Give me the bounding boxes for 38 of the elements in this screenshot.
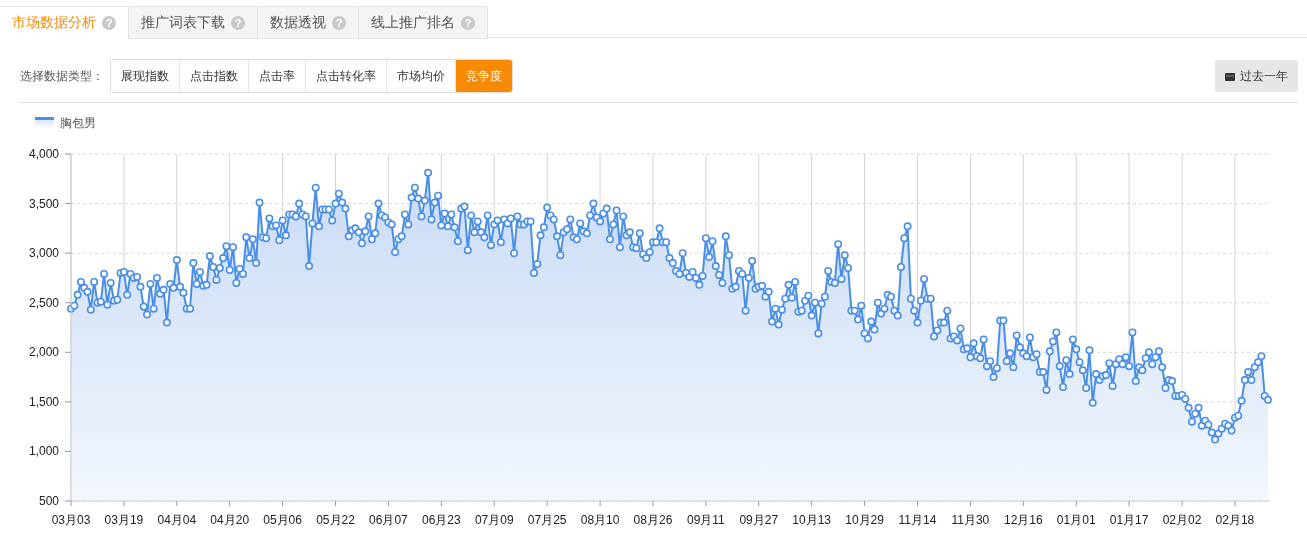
x-tick-label: 03月19 [104,513,144,527]
tab[interactable]: 线上推广排名 ? [359,6,488,39]
x-tick-label: 08月10 [580,513,620,527]
x-tick-label: 07月25 [527,513,567,527]
x-tick-label: 07月09 [474,513,514,527]
x-tick-label: 01月17 [1109,513,1149,527]
x-tick-label: 05月06 [263,513,302,527]
x-tick-label: 04月20 [210,513,250,527]
data-type-option[interactable]: 展现指数 [111,60,180,92]
x-tick-label: 09月27 [739,513,779,527]
x-tick-label: 04月04 [157,513,197,527]
x-tick-label: 10月13 [792,513,832,527]
legend-label: 胸包男 [60,114,96,132]
y-tick-label: 1,000 [28,444,59,459]
x-tick-label: 06月23 [422,513,461,527]
tab[interactable]: 推广词表下载 ? [129,6,258,39]
y-tick-label: 4,000 [28,147,59,161]
x-tick-label: 02月02 [1162,513,1202,527]
period-button[interactable]: 过去一年 [1215,60,1298,92]
x-tick-label: 06月07 [369,513,408,527]
y-tick-label: 500 [38,494,59,508]
x-tick-label: 10月29 [845,513,884,527]
x-tick-label: 01月01 [1056,513,1096,527]
x-tick-label: 08月26 [633,513,673,527]
x-tick-label: 12月16 [1003,513,1043,527]
y-tick-label: 1,500 [28,394,59,409]
y-tick-label: 2,000 [28,345,59,360]
y-tick-label: 2,500 [28,295,59,310]
y-tick-label: 3,500 [28,196,59,211]
x-tick-label: 11月14 [898,513,937,527]
x-tick-label: 09月11 [686,513,725,527]
tab[interactable]: 数据透视 ? [258,6,359,39]
x-tick-label: 02月18 [1215,513,1255,527]
x-tick-label: 05月22 [316,513,355,527]
y-tick-label: 3,000 [28,246,59,261]
filter-label: 选择数据类型： [20,67,104,85]
x-tick-label: 03月03 [51,513,91,527]
x-tick-label: 11月30 [951,513,990,527]
